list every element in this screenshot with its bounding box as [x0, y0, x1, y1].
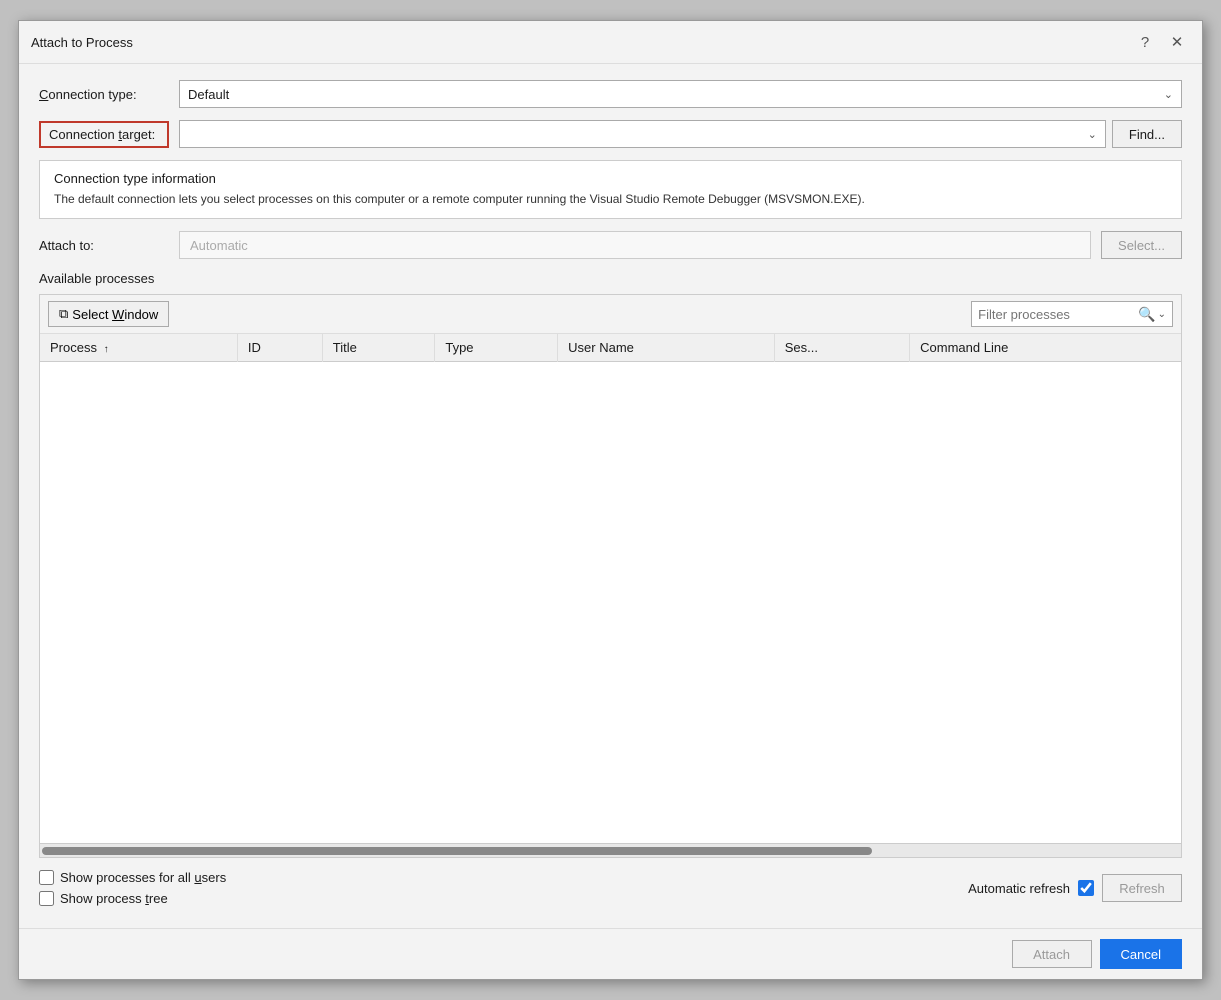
scrollbar-thumb[interactable]	[42, 847, 872, 855]
dialog-content: CConnection type:onnection type: Default…	[19, 64, 1202, 928]
chevron-down-icon: ⌄	[1164, 88, 1173, 101]
info-description: The default connection lets you select p…	[54, 190, 1167, 208]
refresh-button[interactable]: Refresh	[1102, 874, 1182, 902]
show-all-users-row: Show processes for all users	[39, 870, 226, 885]
select-window-button[interactable]: ⧉ Select Window	[48, 301, 169, 327]
show-process-tree-row: Show process tree	[39, 891, 226, 906]
filter-box: 🔍 ⌄	[971, 301, 1173, 327]
show-process-tree-label[interactable]: Show process tree	[60, 891, 168, 906]
processes-header: ⧉ Select Window 🔍 ⌄	[40, 295, 1181, 334]
find-button[interactable]: Find...	[1112, 120, 1182, 148]
dialog-footer: Attach Cancel	[19, 928, 1202, 979]
col-title[interactable]: Title	[322, 334, 435, 362]
col-type[interactable]: Type	[435, 334, 558, 362]
attach-to-row: Attach to: Automatic Select...	[39, 231, 1182, 259]
title-bar-buttons: ? ✕	[1132, 29, 1190, 55]
auto-refresh-group: Automatic refresh Refresh	[968, 874, 1182, 902]
filter-dropdown-icon[interactable]: ⌄	[1158, 309, 1166, 320]
show-process-tree-checkbox[interactable]	[39, 891, 54, 906]
attach-to-input: Automatic	[179, 231, 1091, 259]
process-table: Process ↑ ID Title Type User Name Ses...…	[40, 334, 1181, 362]
cancel-button[interactable]: Cancel	[1100, 939, 1182, 969]
connection-type-row: CConnection type:onnection type: Default…	[39, 80, 1182, 108]
connection-type-label: CConnection type:onnection type:	[39, 87, 169, 102]
connection-type-dropdown[interactable]: Default ⌄	[179, 80, 1182, 108]
col-session[interactable]: Ses...	[774, 334, 909, 362]
bottom-options: Show processes for all users Show proces…	[39, 864, 1182, 912]
available-processes-section: Available processes ⧉ Select Window 🔍 ⌄	[39, 271, 1182, 912]
filter-processes-input[interactable]	[978, 307, 1138, 322]
attach-to-process-dialog: Attach to Process ? ✕ CConnection type:o…	[18, 20, 1203, 980]
connection-info-box: Connection type information The default …	[39, 160, 1182, 219]
table-header-row: Process ↑ ID Title Type User Name Ses...…	[40, 334, 1181, 362]
help-button[interactable]: ?	[1132, 29, 1158, 55]
sort-asc-icon: ↑	[104, 344, 109, 355]
col-process[interactable]: Process ↑	[40, 334, 237, 362]
dialog-title: Attach to Process	[31, 35, 133, 50]
connection-target-label-box: Connection target:	[39, 121, 169, 148]
connection-target-row: Connection target: ⌄ Find...	[39, 120, 1182, 148]
col-username[interactable]: User Name	[558, 334, 775, 362]
show-all-users-label[interactable]: Show processes for all users	[60, 870, 226, 885]
available-processes-panel: ⧉ Select Window 🔍 ⌄ Process ↑	[39, 294, 1182, 858]
show-all-users-checkbox[interactable]	[39, 870, 54, 885]
auto-refresh-checkbox[interactable]	[1078, 880, 1094, 896]
col-id[interactable]: ID	[237, 334, 322, 362]
select-button[interactable]: Select...	[1101, 231, 1182, 259]
attach-placeholder: Automatic	[190, 238, 248, 253]
auto-refresh-label: Automatic refresh	[968, 881, 1070, 896]
horizontal-scrollbar[interactable]	[40, 843, 1181, 857]
close-button[interactable]: ✕	[1164, 29, 1190, 55]
connection-target-input-wrap: ⌄ Find...	[179, 120, 1182, 148]
attach-to-label: Attach to:	[39, 238, 169, 253]
select-window-label: Select Window	[72, 307, 158, 322]
attach-button[interactable]: Attach	[1012, 940, 1092, 968]
info-title: Connection type information	[54, 171, 1167, 186]
title-bar: Attach to Process ? ✕	[19, 21, 1202, 64]
checkbox-group: Show processes for all users Show proces…	[39, 870, 226, 906]
available-processes-label: Available processes	[39, 271, 1182, 286]
search-icon: 🔍	[1138, 306, 1155, 323]
connection-target-label: Connection target:	[49, 127, 155, 142]
connection-target-dropdown[interactable]: ⌄	[179, 120, 1106, 148]
connection-type-value: Default	[188, 87, 229, 102]
chevron-down-icon: ⌄	[1088, 128, 1097, 141]
col-commandline[interactable]: Command Line	[910, 334, 1181, 362]
process-table-container: Process ↑ ID Title Type User Name Ses...…	[40, 334, 1181, 843]
window-select-icon: ⧉	[59, 306, 68, 322]
